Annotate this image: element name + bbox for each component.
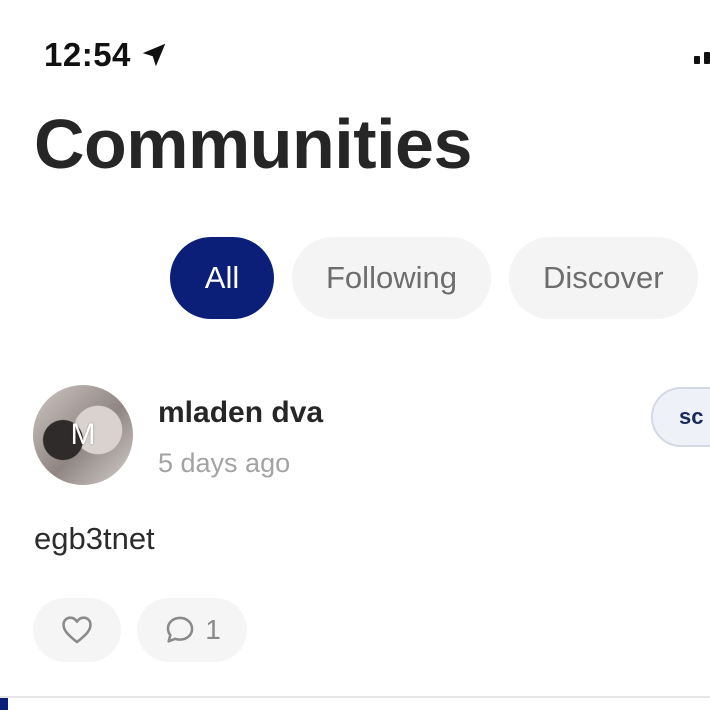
like-button[interactable] (33, 598, 121, 662)
comment-icon (166, 616, 194, 643)
tab-discover[interactable]: Discover (508, 237, 698, 319)
page-title: Communities (34, 105, 472, 183)
clock-text: 12:54 (44, 36, 131, 73)
location-arrow-icon (142, 43, 166, 67)
post-author[interactable]: mladen dva (158, 396, 323, 430)
comment-count: 1 (205, 614, 221, 645)
comment-button[interactable]: 1 (137, 598, 247, 662)
status-time: 12:54 (44, 36, 169, 74)
avatar-initial: M (70, 418, 96, 451)
post-body[interactable]: egb3tnet (34, 521, 155, 557)
filter-tabs: All Following Discover (170, 237, 698, 319)
heart-icon (62, 616, 92, 644)
signal-icon (694, 52, 710, 64)
avatar[interactable]: M (33, 385, 133, 485)
next-post-edge (0, 698, 8, 710)
divider (0, 696, 710, 698)
tab-following[interactable]: Following (292, 237, 491, 319)
tab-all[interactable]: All (170, 237, 274, 319)
community-chip[interactable]: sc (651, 387, 710, 447)
post-timestamp: 5 days ago (158, 448, 291, 478)
